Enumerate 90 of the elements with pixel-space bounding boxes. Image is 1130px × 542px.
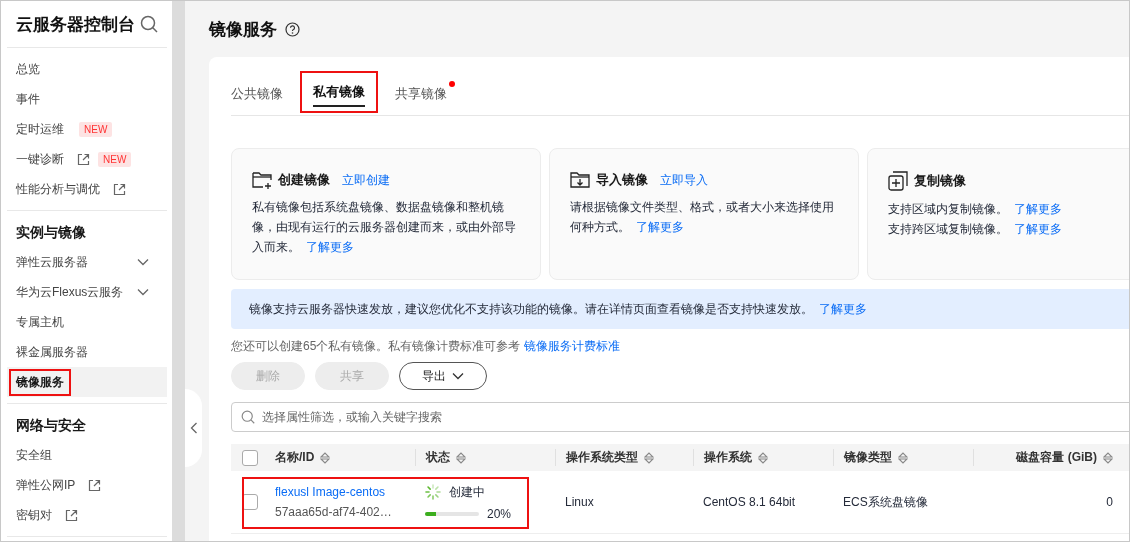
sidebar-item-label: 裸金属服务器 (15, 343, 89, 361)
sidebar-item[interactable]: 总览 (7, 54, 167, 84)
learn-more-link[interactable]: 了解更多 (636, 220, 684, 234)
sidebar-item[interactable]: 弹性云服务器 (7, 247, 167, 277)
card-description: 请根据镜像文件类型、格式，或者大小来选择使用何种方式。 了解更多 (570, 199, 835, 236)
tab[interactable]: 私有镜像 (301, 72, 377, 112)
sidebar-item[interactable]: 专属主机 (7, 307, 167, 337)
learn-more-link[interactable]: 了解更多 (819, 301, 867, 316)
sort-icon[interactable] (644, 451, 654, 464)
folder-plus-icon (252, 171, 272, 189)
quota-text: 您还可以创建65个私有镜像。私有镜像计费标准可参考 镜像服务计费标准 (231, 338, 622, 355)
banner-text: 镜像支持云服务器快速发放，建议您优化不支持该功能的镜像。请在详情页面查看镜像是否支持快速发放。 了解更多 (249, 300, 867, 318)
sidebar-item-label: 华为云Flexus云服务 (15, 283, 125, 301)
card-title: 导入镜像 (596, 171, 648, 189)
sort-icon[interactable] (456, 451, 466, 464)
sidebar-item-label: 密钥对 (15, 506, 53, 524)
image-id: 57aaa65d-af74-402… (275, 505, 392, 519)
sidebar-item-label: 总览 (15, 60, 41, 78)
external-link-icon (77, 152, 90, 166)
table-cell: CentOS 8.1 64bit (703, 495, 796, 509)
sidebar-item[interactable]: 弹性公网IP (7, 470, 167, 500)
table-cell: Linux (565, 495, 594, 509)
sidebar-item-label: 弹性云服务器 (15, 253, 89, 271)
chevron-down-icon (452, 372, 464, 380)
sidebar-item[interactable]: 裸金属服务器 (7, 337, 167, 367)
section-heading: 实例与镜像 (15, 223, 87, 242)
search-field[interactable]: 选择属性筛选，或输入关键字搜索 (231, 402, 1129, 432)
sidebar-item[interactable]: 定时运维 NEW (7, 114, 167, 144)
action-button[interactable]: 导出 (399, 362, 487, 390)
column-header[interactable]: 镜像类型 (833, 449, 973, 466)
spinner-icon (425, 484, 441, 500)
action-link[interactable]: 立即创建 (342, 171, 390, 189)
card-description: 支持区域内复制镜像。 了解更多 (888, 201, 1063, 218)
sidebar-item-label: 镜像服务 (9, 368, 71, 396)
sort-icon[interactable] (898, 451, 908, 464)
card-title: 创建镜像 (278, 171, 330, 189)
status-text: 创建中 (449, 483, 485, 501)
sidebar-item[interactable]: 一键诊断 NEW (7, 144, 167, 174)
external-link-icon (113, 182, 126, 196)
external-link-icon (88, 478, 102, 492)
chevron-down-icon[interactable] (137, 288, 149, 296)
new-badge: NEW (98, 151, 132, 167)
sidebar-item[interactable]: 华为云Flexus云服务 (7, 277, 167, 307)
new-badge: NEW (79, 121, 113, 137)
sidebar-item-label: 安全组 (15, 446, 53, 464)
image-name-link[interactable]: flexusl Image-centos (275, 485, 386, 499)
learn-more-link[interactable]: 了解更多 (1014, 202, 1062, 216)
action-link[interactable]: 立即导入 (660, 171, 708, 189)
column-header[interactable]: 磁盘容量 (GiB) (973, 449, 1125, 466)
table-cell: ECS系统盘镜像 (843, 493, 928, 511)
column-header[interactable]: 操作系统 (693, 449, 833, 466)
card-description: 支持跨区域复制镜像。 了解更多 (888, 221, 1063, 238)
tab[interactable]: 共享镜像 (395, 77, 447, 115)
learn-more-link[interactable]: 了解更多 (1014, 222, 1062, 236)
column-header[interactable]: 操作系统类型 (555, 449, 693, 466)
column-header[interactable]: 名称/ID (265, 449, 415, 466)
console-title: 云服务器控制台 (16, 13, 135, 36)
sidebar-item-label: 性能分析与调优 (15, 180, 101, 198)
select-all-checkbox[interactable] (242, 449, 258, 466)
learn-more-link[interactable]: 了解更多 (306, 240, 354, 254)
tab[interactable]: 公共镜像 (231, 77, 283, 115)
sidebar-item[interactable]: 事件 (7, 84, 167, 114)
card-description: 私有镜像包括系统盘镜像、数据盘镜像和整机镜像，由现有运行的云服务器创建而来，或由外部导入而来。 了解更多 (252, 199, 517, 256)
search-icon[interactable] (140, 15, 158, 33)
page-title: 镜像服务 (209, 18, 277, 41)
sort-icon[interactable] (758, 451, 768, 464)
help-icon[interactable] (285, 21, 300, 37)
sidebar-item-label: 定时运维 (15, 120, 65, 138)
sort-icon[interactable] (320, 451, 331, 464)
progress-reading: 20% (487, 506, 512, 521)
external-link-icon (65, 508, 78, 522)
folder-download-icon (570, 171, 590, 189)
sidebar-item-label: 事件 (15, 90, 41, 108)
section-heading: 网络与安全 (15, 416, 87, 435)
sidebar-item[interactable]: 镜像服务 (7, 367, 167, 397)
table-cell: 0 (1106, 495, 1113, 509)
sort-icon[interactable] (1103, 451, 1113, 464)
sidebar-item-label: 弹性公网IP (15, 476, 77, 494)
column-header[interactable]: 状态 (415, 449, 555, 466)
chevron-down-icon[interactable] (137, 258, 149, 266)
copy-plus-icon (888, 171, 908, 191)
progress-bar (425, 511, 479, 516)
pricing-link[interactable]: 镜像服务计费标准 (524, 339, 621, 353)
card-title: 复制镜像 (914, 172, 966, 190)
collapse-handle[interactable] (185, 389, 202, 467)
sidebar-item-label: 一键诊断 (15, 150, 65, 168)
sidebar-item[interactable]: 安全组 (7, 440, 167, 470)
sidebar-item[interactable]: 密钥对 (7, 500, 167, 530)
sidebar-item-label: 专属主机 (15, 313, 65, 331)
sidebar-item[interactable]: 性能分析与调优 (7, 174, 167, 204)
